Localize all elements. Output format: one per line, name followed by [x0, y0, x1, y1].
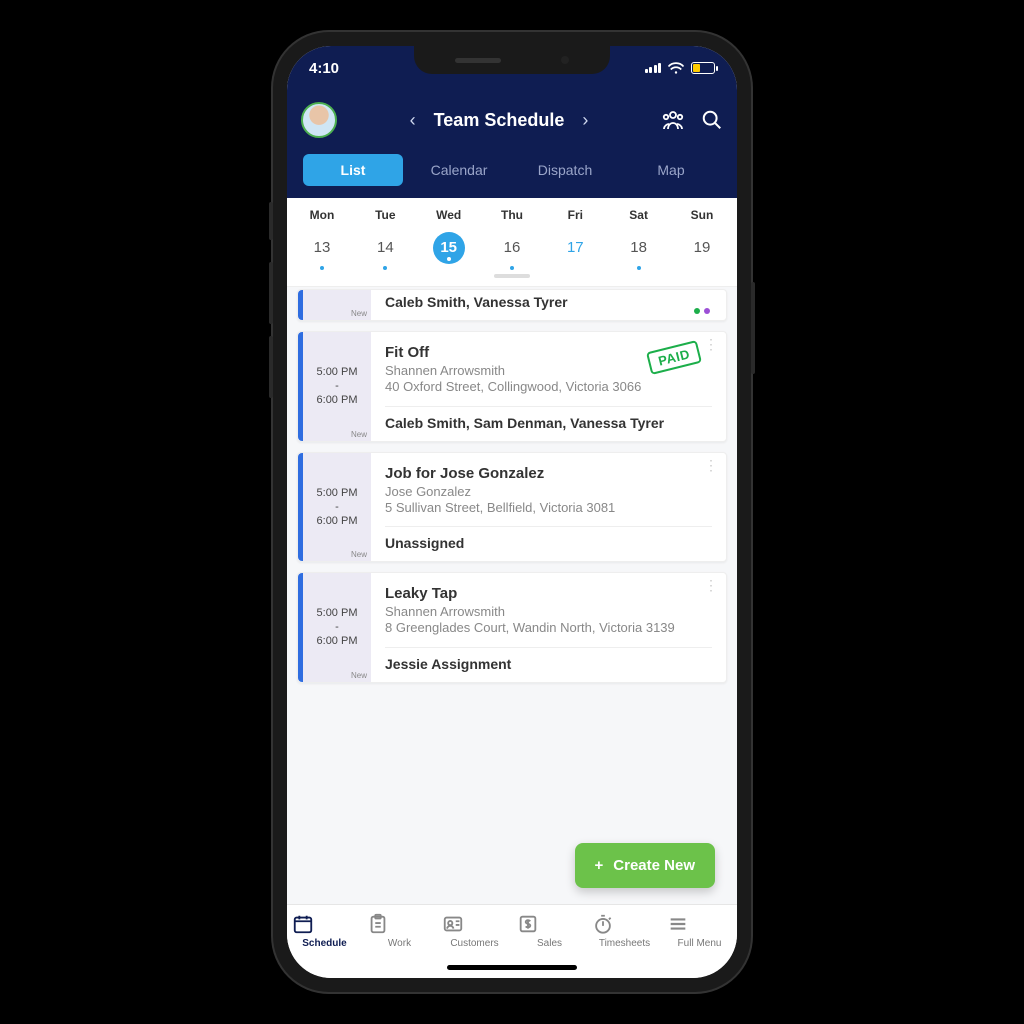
day-tue[interactable]: Tue14: [362, 208, 408, 264]
tab-dispatch[interactable]: Dispatch: [515, 154, 615, 186]
phone-frame: 4:10 ‹ Team Schedule ›: [273, 32, 751, 992]
calendar-icon: [292, 913, 358, 935]
more-icon[interactable]: ⋮: [704, 583, 718, 587]
job-card[interactable]: New Caleb Smith, Vanessa Tyrer: [297, 289, 727, 321]
divider: [385, 647, 712, 648]
day-sat[interactable]: Sat18: [616, 208, 662, 264]
create-new-button[interactable]: + Create New: [575, 843, 715, 888]
job-customer: Shannen Arrowsmith: [385, 604, 712, 619]
battery-icon: [691, 62, 715, 74]
day-fri[interactable]: Fri17: [552, 208, 598, 264]
page-title: Team Schedule: [434, 110, 565, 131]
signal-icon: [645, 63, 662, 73]
time-separator: -: [335, 621, 339, 633]
clipboard-icon: [367, 913, 433, 935]
search-icon[interactable]: [701, 109, 723, 131]
job-assignees: Caleb Smith, Sam Denman, Vanessa Tyrer: [385, 415, 712, 431]
nav-work[interactable]: Work: [367, 913, 433, 949]
side-button: [269, 202, 273, 240]
time-start: 5:00 PM: [317, 607, 358, 619]
time-separator: -: [335, 501, 339, 513]
tab-list[interactable]: List: [303, 154, 403, 186]
day-sun[interactable]: Sun19: [679, 208, 725, 264]
nav-label: Customers: [450, 938, 498, 949]
job-customer: Jose Gonzalez: [385, 484, 712, 499]
dollar-icon: [517, 913, 583, 935]
card-time-column: New: [303, 290, 371, 320]
status-tag: New: [351, 309, 367, 318]
more-icon[interactable]: ⋮: [704, 463, 718, 467]
stopwatch-icon: [592, 913, 658, 935]
card-time-column: 5:00 PM - 6:00 PM New: [303, 332, 371, 441]
job-title: Job for Jose Gonzalez: [385, 465, 712, 482]
job-title: Leaky Tap: [385, 585, 712, 602]
time-start: 5:00 PM: [317, 487, 358, 499]
time-start: 5:00 PM: [317, 366, 358, 378]
power-button: [751, 282, 755, 374]
view-tabs: List Calendar Dispatch Map: [301, 144, 723, 198]
status-time: 4:10: [309, 60, 339, 77]
contact-icon: [442, 913, 508, 935]
tab-calendar[interactable]: Calendar: [409, 154, 509, 186]
plus-icon: +: [595, 857, 604, 874]
job-address: 40 Oxford Street, Collingwood, Victoria …: [385, 378, 712, 396]
fab-label: Create New: [613, 857, 695, 874]
nav-label: Full Menu: [678, 938, 722, 949]
nav-schedule[interactable]: Schedule: [292, 913, 358, 949]
nav-label: Work: [388, 938, 411, 949]
menu-icon: [667, 913, 733, 935]
screen: 4:10 ‹ Team Schedule ›: [287, 46, 737, 978]
job-assignees: Jessie Assignment: [385, 656, 712, 672]
job-assignees: Unassigned: [385, 535, 712, 551]
job-assignees: Caleb Smith, Vanessa Tyrer: [385, 294, 712, 310]
home-indicator[interactable]: [447, 965, 577, 970]
status-dots: [694, 308, 710, 314]
wifi-icon: [667, 61, 685, 75]
nav-full-menu[interactable]: Full Menu: [667, 913, 733, 949]
nav-sales[interactable]: Sales: [517, 913, 583, 949]
team-icon[interactable]: [661, 109, 685, 131]
avatar[interactable]: [301, 102, 337, 138]
day-wed[interactable]: Wed15: [426, 208, 472, 264]
prev-icon[interactable]: ‹: [406, 106, 420, 135]
job-card[interactable]: 5:00 PM - 6:00 PM New ⋮ Job for Jose Gon…: [297, 452, 727, 563]
card-time-column: 5:00 PM - 6:00 PM New: [303, 453, 371, 562]
nav-label: Timesheets: [599, 938, 650, 949]
tab-map[interactable]: Map: [621, 154, 721, 186]
day-mon[interactable]: Mon13: [299, 208, 345, 264]
app-header: ‹ Team Schedule › List Calendar Dispatch…: [287, 90, 737, 198]
volume-down-button: [269, 336, 273, 398]
time-end: 6:00 PM: [317, 635, 358, 647]
time-separator: -: [335, 380, 339, 392]
nav-customers[interactable]: Customers: [442, 913, 508, 949]
status-tag: New: [351, 430, 367, 439]
job-address: 5 Sullivan Street, Bellfield, Victoria 3…: [385, 499, 712, 517]
time-end: 6:00 PM: [317, 394, 358, 406]
notch: [414, 46, 610, 74]
time-end: 6:00 PM: [317, 515, 358, 527]
job-card[interactable]: 5:00 PM - 6:00 PM New ⋮ PAID Fit Off Sha…: [297, 331, 727, 442]
job-address: 8 Greenglades Court, Wandin North, Victo…: [385, 619, 712, 637]
day-thu[interactable]: Thu16: [489, 208, 535, 264]
status-tag: New: [351, 671, 367, 680]
next-icon[interactable]: ›: [578, 106, 592, 135]
drag-handle-icon[interactable]: [494, 274, 530, 278]
job-card[interactable]: 5:00 PM - 6:00 PM New ⋮ Leaky Tap Shanne…: [297, 572, 727, 683]
nav-timesheets[interactable]: Timesheets: [592, 913, 658, 949]
volume-up-button: [269, 262, 273, 324]
more-icon[interactable]: ⋮: [704, 342, 718, 346]
nav-label: Schedule: [302, 938, 346, 949]
schedule-list[interactable]: New Caleb Smith, Vanessa Tyrer 5:00 PM -…: [287, 287, 737, 904]
card-time-column: 5:00 PM - 6:00 PM New: [303, 573, 371, 682]
status-tag: New: [351, 550, 367, 559]
divider: [385, 406, 712, 407]
nav-label: Sales: [537, 938, 562, 949]
day-strip: Mon13 Tue14 Wed15 Thu16 Fri17 Sat18 Sun1…: [287, 198, 737, 287]
divider: [385, 526, 712, 527]
